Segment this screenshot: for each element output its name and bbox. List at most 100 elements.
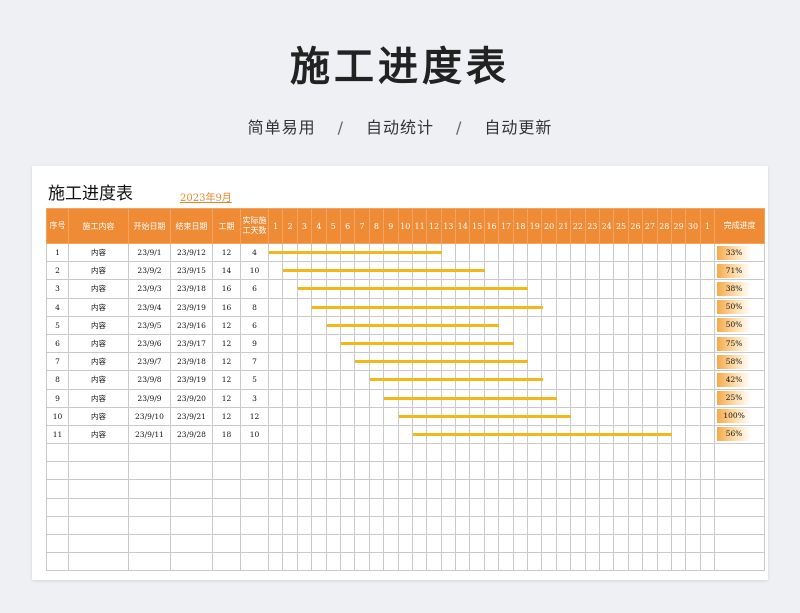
day-cell[interactable] [642,315,658,335]
empty-cell[interactable] [267,443,284,463]
empty-cell[interactable] [570,461,586,481]
row-content-cell[interactable]: 内容 [68,261,129,281]
empty-cell[interactable] [282,479,298,499]
empty-cell[interactable] [212,552,241,572]
day-cell[interactable] [699,406,716,426]
empty-cell[interactable] [656,461,672,481]
day-cell[interactable] [699,352,716,372]
day-cell[interactable] [296,333,313,354]
day-cell[interactable] [368,424,385,445]
empty-cell[interactable] [512,461,529,481]
row-duration-cell[interactable]: 16 [212,279,241,299]
empty-cell[interactable] [440,552,457,572]
empty-cell[interactable] [46,533,69,554]
day-cell[interactable] [613,315,629,335]
row-actual-cell[interactable]: 6 [240,315,269,335]
empty-cell[interactable] [455,497,471,517]
empty-cell[interactable] [46,497,69,517]
empty-cell[interactable] [469,552,485,572]
empty-cell[interactable] [699,479,716,499]
day-cell[interactable] [584,242,600,263]
day-cell[interactable] [642,370,658,390]
day-cell[interactable] [282,406,298,426]
row-end-cell[interactable]: 23/9/20 [170,388,213,408]
empty-cell[interactable] [555,533,572,554]
empty-cell[interactable] [527,461,543,481]
empty-cell[interactable] [339,461,356,481]
day-cell[interactable] [296,315,313,335]
empty-cell[interactable] [483,533,500,554]
day-cell[interactable] [527,261,543,281]
empty-cell[interactable] [469,443,485,463]
day-cell[interactable] [642,261,658,281]
row-completion-cell[interactable]: 50% [714,315,766,335]
row-actual-cell[interactable]: 6 [240,279,269,299]
empty-cell[interactable] [170,479,213,499]
day-cell[interactable] [325,352,341,372]
day-cell[interactable] [282,333,298,354]
row-end-cell[interactable]: 23/9/17 [170,333,213,354]
day-cell[interactable] [267,315,500,335]
row-end-cell[interactable]: 23/9/19 [170,370,213,390]
empty-cell[interactable] [469,497,485,517]
empty-cell[interactable] [383,533,399,554]
empty-cell[interactable] [584,479,600,499]
day-cell[interactable] [613,388,629,408]
day-cell[interactable] [627,406,644,426]
day-cell[interactable] [627,352,644,372]
day-cell[interactable] [512,242,529,263]
empty-cell[interactable] [555,443,572,463]
row-start-cell[interactable]: 23/9/10 [128,406,171,426]
empty-cell[interactable] [267,479,284,499]
day-cell[interactable] [296,424,313,445]
empty-cell[interactable] [240,479,269,499]
day-cell[interactable] [527,333,543,354]
empty-cell[interactable] [354,461,370,481]
empty-cell[interactable] [541,443,557,463]
empty-cell[interactable] [411,515,428,536]
empty-cell[interactable] [240,497,269,517]
empty-cell[interactable] [339,479,356,499]
empty-cell[interactable] [170,497,213,517]
day-cell[interactable] [642,333,658,354]
empty-cell[interactable] [325,461,341,481]
empty-cell[interactable] [311,515,327,536]
empty-cell[interactable] [440,533,457,554]
day-cell[interactable] [627,388,644,408]
empty-cell[interactable] [670,461,687,481]
empty-cell[interactable] [411,533,428,554]
empty-cell[interactable] [570,533,586,554]
empty-cell[interactable] [311,443,327,463]
day-cell[interactable] [541,315,557,335]
empty-cell[interactable] [598,515,615,536]
day-cell[interactable] [570,279,586,299]
day-cell[interactable] [555,388,572,408]
empty-cell[interactable] [699,497,716,517]
row-duration-cell[interactable]: 12 [212,333,241,354]
row-index-cell[interactable]: 5 [46,315,69,335]
empty-cell[interactable] [354,497,370,517]
empty-cell[interactable] [325,443,341,463]
empty-cell[interactable] [311,533,327,554]
empty-cell[interactable] [368,443,385,463]
day-cell[interactable] [354,370,370,390]
empty-cell[interactable] [670,443,687,463]
day-cell[interactable] [311,315,327,335]
empty-cell[interactable] [411,479,428,499]
day-cell[interactable] [267,424,673,445]
empty-cell[interactable] [354,533,370,554]
day-cell[interactable] [498,315,514,335]
empty-cell[interactable] [368,461,385,481]
row-start-cell[interactable]: 23/9/2 [128,261,171,281]
day-cell[interactable] [670,297,687,317]
day-cell[interactable] [555,352,572,372]
empty-cell[interactable] [440,497,457,517]
empty-cell[interactable] [267,533,284,554]
empty-cell[interactable] [296,533,313,554]
row-actual-cell[interactable]: 7 [240,352,269,372]
day-cell[interactable] [282,352,298,372]
empty-cell[interactable] [397,497,413,517]
day-cell[interactable] [282,315,298,335]
empty-cell[interactable] [469,533,485,554]
day-cell[interactable] [670,370,687,390]
